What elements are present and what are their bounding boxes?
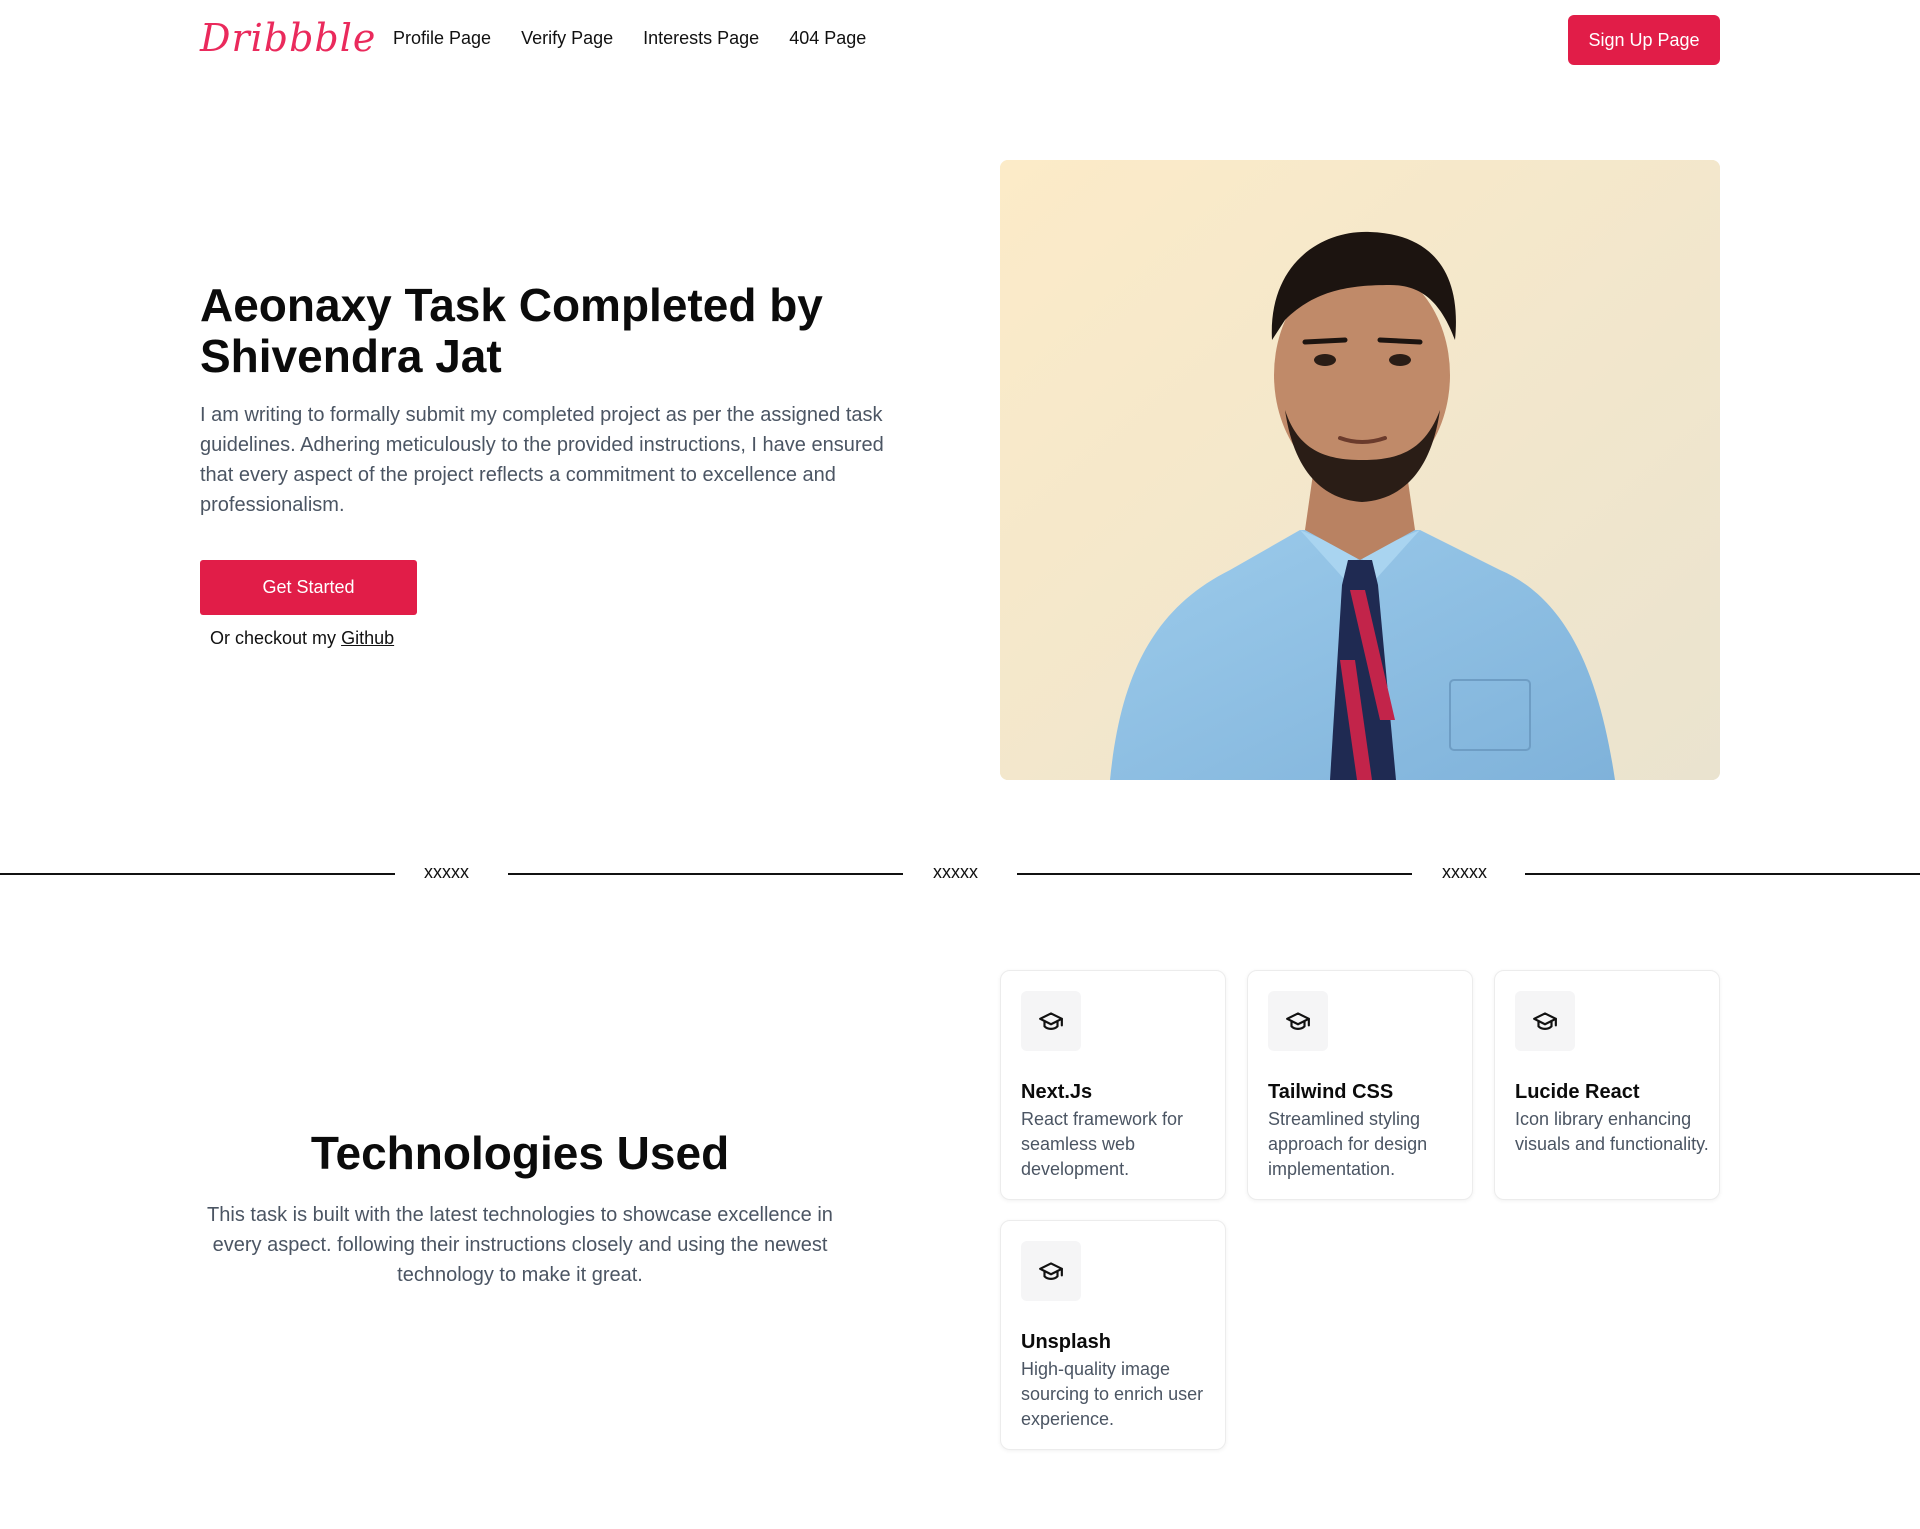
get-started-button[interactable]: Get Started [200, 560, 417, 615]
hero-description: I am writing to formally submit my compl… [200, 404, 884, 516]
tech-card-description: Icon library enhancing visuals and funct… [1515, 1109, 1709, 1154]
tech-card-tailwind[interactable]: Tailwind CSS Streamlined styling approac… [1247, 970, 1473, 1200]
tech-card-title: Tailwind CSS [1268, 1081, 1394, 1103]
graduation-cap-icon [1515, 991, 1575, 1051]
github-checkout-text: Or checkout my Github [210, 628, 394, 649]
tech-card-lucide[interactable]: Lucide React Icon library enhancing visu… [1494, 970, 1720, 1200]
nav-verify-page[interactable]: Verify Page [521, 28, 613, 49]
divider-mark: xxxxx [933, 862, 978, 882]
tech-card-unsplash[interactable]: Unsplash High-quality image sourcing to … [1000, 1220, 1226, 1450]
tech-card-title: Next.Js [1021, 1081, 1093, 1103]
divider-line [0, 873, 395, 875]
divider-mark: xxxxx [424, 862, 469, 882]
technologies-title: Technologies Used [310, 1127, 730, 1179]
github-link[interactable]: Github [341, 628, 394, 648]
nav-profile-page[interactable]: Profile Page [393, 28, 491, 49]
tech-card-title: Lucide React [1515, 1081, 1640, 1103]
divider-line [1525, 873, 1920, 875]
hero-title: Aeonaxy Task Completed by Shivendra Jat [200, 279, 823, 382]
technologies-description: This task is built with the latest techn… [207, 1204, 833, 1286]
signup-page-button[interactable]: Sign Up Page [1568, 15, 1720, 65]
main-nav: Profile Page Verify Page Interests Page … [393, 28, 866, 49]
divider-mark: xxxxx [1442, 862, 1487, 882]
divider-line [1017, 873, 1412, 875]
site-header: Dribbble Profile Page Verify Page Intere… [0, 0, 1920, 80]
profile-photo [1000, 160, 1720, 780]
portrait-illustration [1000, 160, 1720, 780]
checkout-prefix: Or checkout my [210, 628, 337, 648]
tech-card-description: High-quality image sourcing to enrich us… [1021, 1359, 1204, 1429]
graduation-cap-icon [1021, 1241, 1081, 1301]
tech-card-description: React framework for seamless web develop… [1021, 1109, 1184, 1179]
nav-interests-page[interactable]: Interests Page [643, 28, 759, 49]
section-divider: xxxxx xxxxx xxxxx [0, 862, 1920, 892]
tech-card-description: Streamlined styling approach for design … [1268, 1109, 1428, 1179]
tech-card-title: Unsplash [1021, 1331, 1112, 1353]
tech-card-nextjs[interactable]: Next.Js React framework for seamless web… [1000, 970, 1226, 1200]
divider-line [508, 873, 903, 875]
graduation-cap-icon [1268, 991, 1328, 1051]
nav-404-page[interactable]: 404 Page [789, 28, 866, 49]
dribbble-logo[interactable]: Dribbble [200, 16, 376, 60]
graduation-cap-icon [1021, 991, 1081, 1051]
